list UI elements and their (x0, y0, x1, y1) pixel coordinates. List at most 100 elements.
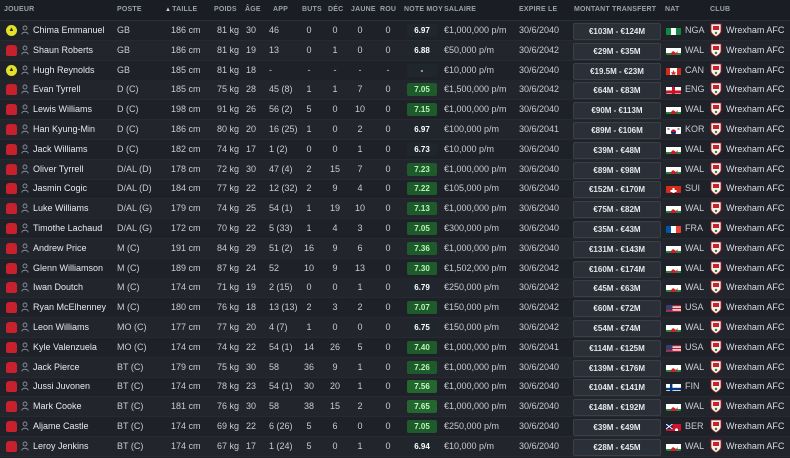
table-row[interactable]: Jack Williams D (C) 182 cm 74 kg 17 1 (2) 0 0 1 0… (0, 140, 790, 160)
player-name[interactable]: Timothe Lachaud (33, 219, 113, 238)
col-header-jaune[interactable]: JAUNE (351, 6, 376, 13)
player-name[interactable]: Jasmin Cogic (33, 179, 113, 198)
player-name[interactable]: Han Kyung-Min (33, 120, 113, 139)
player-name[interactable]: Evan Tyrrell (33, 80, 113, 99)
player-name[interactable]: Luke Williams (33, 199, 113, 218)
player-name[interactable]: Leon Williams (33, 318, 113, 337)
player-name[interactable]: Aljame Castle (33, 417, 113, 436)
player-shirt-icon[interactable] (6, 282, 17, 294)
player-club[interactable]: Wrexham AFC (726, 338, 788, 357)
player-club[interactable]: Wrexham AFC (726, 21, 788, 40)
person-icon[interactable] (21, 124, 29, 134)
person-icon[interactable] (21, 342, 29, 352)
person-icon[interactable] (21, 203, 29, 213)
col-header-buts[interactable]: BUTS (302, 6, 322, 13)
col-header-note[interactable]: NOTE MOY (404, 6, 443, 13)
table-row[interactable]: Shaun Roberts GB 186 cm 81 kg 19 13 0 1 0 0 6.88 €5… (0, 40, 790, 61)
person-icon[interactable] (21, 45, 29, 55)
player-name[interactable]: Leroy Jenkins (33, 437, 113, 456)
player-shirt-icon[interactable] (6, 401, 17, 413)
table-row[interactable]: Oliver Tyrrell D/AL (D) 178 cm 72 kg 30 47 (4… (0, 159, 790, 180)
player-shirt-icon[interactable] (6, 223, 17, 234)
person-icon[interactable] (21, 282, 29, 293)
table-row[interactable]: Leroy Jenkins BT (C) 174 cm 67 kg 17 1 (24) 5 0… (0, 436, 790, 457)
player-club[interactable]: Wrexham AFC (726, 80, 788, 99)
gk-shirt-icon[interactable]: ▲ (6, 64, 17, 76)
player-club[interactable]: Wrexham AFC (726, 219, 788, 238)
player-name[interactable]: Glenn Williamson (33, 259, 113, 278)
col-header-salaire[interactable]: SALAIRE (444, 6, 476, 13)
table-row[interactable]: Aljame Castle BT (C) 174 cm 69 kg 22 6 (26) 5 6… (0, 417, 790, 437)
player-name[interactable]: Kyle Valenzuela (33, 338, 113, 357)
table-row[interactable]: Iwan Doutch M (C) 174 cm 71 kg 19 2 (15) 0 0 1 0 6… (0, 278, 790, 299)
player-club[interactable]: Wrexham AFC (726, 377, 788, 396)
person-icon[interactable] (21, 104, 29, 114)
col-header-age[interactable]: ÂGE (245, 6, 261, 13)
player-name[interactable]: Mark Cooke (33, 397, 113, 416)
player-shirt-icon[interactable] (6, 183, 17, 195)
player-club[interactable]: Wrexham AFC (726, 140, 788, 159)
player-shirt-icon[interactable] (6, 302, 17, 314)
table-row[interactable]: Jack Pierce BT (C) 179 cm 75 kg 30 58 36 9 1 0 7.2… (0, 357, 790, 378)
player-name[interactable]: Jack Pierce (33, 358, 113, 377)
table-row[interactable]: Andrew Price M (C) 191 cm 84 kg 29 51 (2) 16 9 6… (0, 238, 790, 259)
person-icon[interactable] (21, 381, 29, 392)
person-icon[interactable] (21, 401, 29, 411)
table-row[interactable]: Ryan McElhenney M (C) 180 cm 76 kg 18 13 (13)… (0, 298, 790, 319)
table-row[interactable]: Jussi Juvonen BT (C) 174 cm 78 kg 23 54 (1) 30… (0, 377, 790, 398)
player-club[interactable]: Wrexham AFC (726, 199, 788, 218)
player-shirt-icon[interactable] (6, 203, 17, 215)
player-name[interactable]: Shaun Roberts (33, 41, 113, 60)
col-header-app[interactable]: APP (273, 6, 288, 13)
player-shirt-icon[interactable] (6, 381, 17, 393)
col-header-nat[interactable]: NAT (665, 6, 679, 13)
table-row[interactable]: Leon Williams MO (C) 177 cm 77 kg 20 4 (7) 1 0 0… (0, 318, 790, 338)
player-shirt-icon[interactable] (6, 163, 17, 175)
col-header-poste[interactable]: POSTE (117, 6, 142, 13)
person-icon[interactable] (21, 362, 29, 372)
player-club[interactable]: Wrexham AFC (726, 120, 788, 139)
player-name[interactable]: Jussi Juvonen (33, 377, 113, 396)
person-icon[interactable] (21, 84, 29, 95)
player-shirt-icon[interactable] (6, 262, 17, 274)
player-club[interactable]: Wrexham AFC (726, 278, 788, 297)
col-header-club[interactable]: CLUB (710, 6, 730, 13)
person-icon[interactable] (21, 164, 29, 174)
gk-shirt-icon[interactable]: ▲ (6, 25, 17, 36)
player-shirt-icon[interactable] (6, 143, 17, 155)
table-row[interactable]: ▲ Hugh Reynolds GB 185 cm 81 kg 18- - - - - - €10,0… (0, 61, 790, 81)
player-shirt-icon[interactable] (6, 421, 17, 432)
player-club[interactable]: Wrexham AFC (726, 41, 788, 60)
person-icon[interactable] (21, 441, 29, 451)
player-club[interactable]: Wrexham AFC (726, 298, 788, 317)
person-icon[interactable] (21, 65, 29, 75)
player-name[interactable]: Andrew Price (33, 239, 113, 258)
player-shirt-icon[interactable] (6, 84, 17, 96)
person-icon[interactable] (21, 25, 29, 35)
col-header-expire[interactable]: EXPIRE LE (519, 6, 557, 13)
player-name[interactable]: Ryan McElhenney (33, 298, 113, 317)
col-header-rou[interactable]: ROU (380, 6, 396, 13)
player-club[interactable]: Wrexham AFC (726, 179, 788, 198)
player-shirt-icon[interactable] (6, 124, 17, 135)
person-icon[interactable] (21, 144, 29, 154)
player-shirt-icon[interactable] (6, 44, 17, 56)
player-club[interactable]: Wrexham AFC (726, 239, 788, 258)
table-row[interactable]: Han Kyung-Min D (C) 186 cm 80 kg 20 16 (25) 1 0… (0, 120, 790, 140)
person-icon[interactable] (21, 243, 29, 253)
player-club[interactable]: Wrexham AFC (726, 358, 788, 377)
table-row[interactable]: ▲ Chima Emmanuel GB 186 cm 81 kg 30 46 0 0 0 0 6.97… (0, 21, 790, 41)
player-club[interactable]: Wrexham AFC (726, 397, 788, 416)
col-header-taille[interactable]: ▲TAILLE (165, 6, 197, 13)
table-row[interactable]: Jasmin Cogic D/AL (D) 184 cm 77 kg 22 12 (32)… (0, 179, 790, 200)
table-row[interactable]: Mark Cooke BT (C) 181 cm 76 kg 30 58 38 15 2 0 7.6… (0, 397, 790, 418)
player-shirt-icon[interactable] (6, 440, 17, 452)
col-header-joueur[interactable]: JOUEUR (4, 6, 34, 13)
player-name[interactable]: Jack Williams (33, 140, 113, 159)
player-name[interactable]: Oliver Tyrrell (33, 160, 113, 179)
player-club[interactable]: Wrexham AFC (726, 417, 788, 436)
player-club[interactable]: Wrexham AFC (726, 61, 788, 80)
person-icon[interactable] (21, 223, 29, 233)
table-row[interactable]: Lewis Williams D (C) 198 cm 91 kg 26 56 (2) 5 0… (0, 100, 790, 121)
col-header-montant[interactable]: MONTANT TRANSFERT (574, 6, 656, 13)
